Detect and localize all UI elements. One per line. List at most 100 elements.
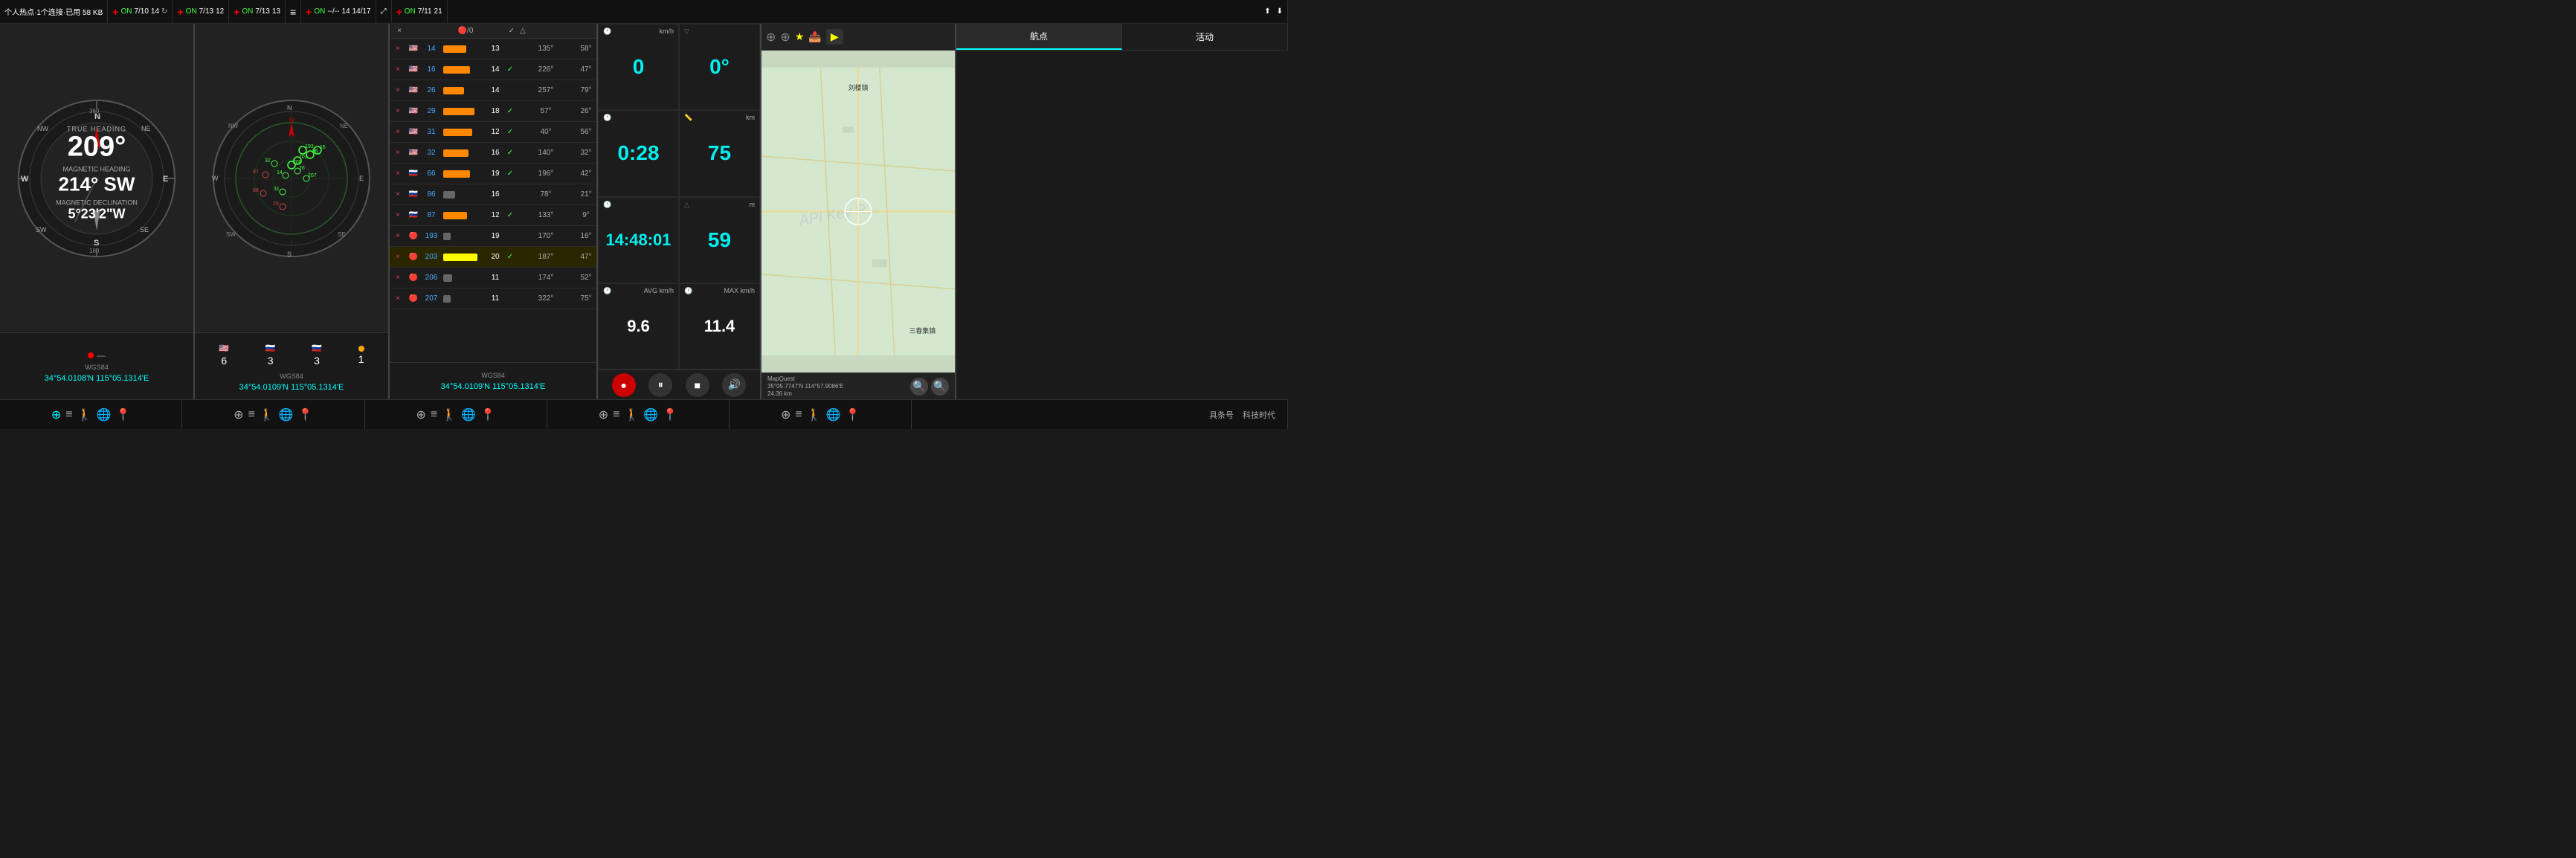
panel3-bottom: WGS84 34°54.0109'N 115°05.1314'E bbox=[390, 362, 596, 399]
row-bar bbox=[442, 106, 486, 117]
pin-icon-2[interactable]: 📍 bbox=[298, 407, 313, 422]
map-svg: API Key R... 刘楼镇 三春集镇 bbox=[761, 51, 955, 372]
globe-icon-3[interactable]: 🌐 bbox=[461, 407, 476, 422]
map-distance: 24.36 km bbox=[767, 390, 843, 397]
row-x: × bbox=[390, 45, 406, 53]
th-x: × bbox=[391, 27, 408, 35]
tab-waypoints[interactable]: 航点 bbox=[956, 24, 1122, 50]
stat-speed: 🕐 km/h 0 bbox=[598, 24, 679, 110]
row-deg2: 79° bbox=[576, 86, 596, 94]
stat-time: 🕐 0:28 bbox=[598, 110, 679, 196]
walk-icon-2[interactable]: 🚶 bbox=[260, 407, 274, 422]
stop-icon: ■ bbox=[695, 379, 701, 391]
row-num: 14 bbox=[486, 86, 504, 94]
row-bar bbox=[442, 294, 486, 304]
on-label-5: ON bbox=[405, 7, 416, 16]
walk-icon-4[interactable]: 🚶 bbox=[624, 407, 639, 422]
record-button[interactable]: ● bbox=[612, 373, 636, 397]
walk-icon-5[interactable]: 🚶 bbox=[807, 407, 822, 422]
fraction-5: 14/17 bbox=[352, 7, 371, 16]
row-deg1: 322° bbox=[516, 294, 576, 303]
panel-map: ⊕ ⊕ ★ 📤 ▶ bbox=[761, 24, 956, 399]
map-tool-add[interactable]: ⊕ bbox=[766, 30, 776, 45]
compass-icon-1[interactable]: ⊕ bbox=[51, 407, 61, 422]
map-tool-share[interactable]: 📤 bbox=[808, 30, 821, 43]
pin-icon-3[interactable]: 📍 bbox=[480, 407, 495, 422]
th-check: ✓ bbox=[506, 27, 518, 35]
row-bar bbox=[442, 273, 486, 283]
compass-icon-4[interactable]: ⊕ bbox=[599, 407, 608, 422]
table-row: × 🇺🇸 26 14 257° 79° bbox=[390, 80, 596, 101]
grid-icon-1[interactable]: ≡ bbox=[65, 408, 72, 422]
row-x: × bbox=[390, 65, 406, 74]
zoom-in-button[interactable]: 🔍 bbox=[931, 378, 949, 396]
map-tool-play[interactable]: ▶ bbox=[826, 29, 843, 45]
ru-count-1: 3 bbox=[268, 355, 274, 367]
table-row: × 🇷🇺 86 16 78° 21° bbox=[390, 184, 596, 205]
tab-activity[interactable]: 活动 bbox=[1122, 24, 1288, 50]
row-check: ✓ bbox=[504, 107, 516, 115]
row-deg1: 57° bbox=[516, 107, 576, 115]
row-deg1: 187° bbox=[516, 253, 576, 261]
fraction-1: 7/10 bbox=[134, 7, 148, 16]
row-deg2: 16° bbox=[576, 232, 596, 240]
row-deg2: 58° bbox=[576, 45, 596, 53]
stat-direction: ▽ 0° bbox=[679, 24, 760, 110]
row-flag: 🇺🇸 bbox=[406, 128, 421, 136]
audio-button[interactable]: 🔊 bbox=[722, 373, 746, 397]
walk-icon-3[interactable]: 🚶 bbox=[442, 407, 457, 422]
th-triangle: △ bbox=[518, 27, 528, 35]
compass-icon-5[interactable]: ⊕ bbox=[781, 407, 790, 422]
svg-text:31: 31 bbox=[274, 187, 280, 192]
panel2-bottom: 🇺🇸 6 🇷🇺 3 🇷🇺 3 1 WGS84 34°54.0109'N 115° bbox=[195, 332, 388, 399]
zoom-out-button[interactable]: 🔍 bbox=[910, 378, 928, 396]
map-tool-add2[interactable]: ⊕ bbox=[780, 30, 790, 45]
globe-icon-1[interactable]: 🌐 bbox=[97, 407, 112, 422]
map-tool-star[interactable]: ★ bbox=[795, 30, 805, 43]
row-x: × bbox=[390, 211, 406, 219]
clock-icon-2: 🕐 bbox=[603, 114, 611, 122]
walk-icon-1[interactable]: 🚶 bbox=[77, 407, 92, 422]
row-flag: 🇷🇺 bbox=[406, 170, 421, 178]
alt-unit: m bbox=[750, 201, 756, 208]
compass-icon-2[interactable]: ⊕ bbox=[234, 407, 243, 422]
flag-count-us: 🇺🇸 6 bbox=[219, 343, 229, 367]
pin-icon-5[interactable]: 📍 bbox=[846, 407, 860, 422]
table-row: × 🔴 193 19 170° 16° bbox=[390, 226, 596, 247]
grid-icon-2[interactable]: ≡ bbox=[248, 408, 255, 422]
pin-icon-4[interactable]: 📍 bbox=[663, 407, 677, 422]
grid-icon-5[interactable]: ≡ bbox=[795, 408, 802, 422]
map-coords: 35°05.7747'N 114°57.9086'E bbox=[767, 383, 843, 390]
row-flag: 🇺🇸 bbox=[406, 86, 421, 94]
row-id: 26 bbox=[421, 86, 442, 94]
waypoints-label: 航点 bbox=[1030, 30, 1048, 42]
expand-icon: ⤢ bbox=[381, 7, 387, 16]
hotspot-info: 个人热点·1个连接·已用 58 KB bbox=[0, 0, 108, 23]
globe-icon-2[interactable]: 🌐 bbox=[279, 407, 294, 422]
svg-text:86: 86 bbox=[253, 188, 259, 193]
row-num: 18 bbox=[486, 107, 504, 115]
globe-icon-4[interactable]: 🌐 bbox=[643, 407, 658, 422]
row-x: × bbox=[390, 107, 406, 115]
row-deg2: 9° bbox=[576, 211, 596, 219]
row-bar bbox=[442, 210, 486, 221]
compass-icon-3[interactable]: ⊕ bbox=[416, 407, 425, 422]
pin-icon-1[interactable]: 📍 bbox=[115, 407, 130, 422]
globe-icon-5[interactable]: 🌐 bbox=[826, 407, 841, 422]
grid-icon-3[interactable]: ≡ bbox=[431, 408, 437, 422]
stop-button[interactable]: ■ bbox=[686, 373, 709, 397]
num-5: 21 bbox=[434, 7, 442, 16]
time-icons: ⬆ ⬇ bbox=[448, 0, 1288, 23]
svg-text:206: 206 bbox=[293, 160, 302, 165]
plus-icon-3: + bbox=[234, 6, 239, 18]
row-x: × bbox=[390, 128, 406, 136]
grid-icon-4[interactable]: ≡ bbox=[613, 408, 619, 422]
row-bar bbox=[442, 127, 486, 138]
pause-button[interactable]: ⏸ bbox=[648, 373, 672, 397]
on-label-3: ON bbox=[242, 7, 253, 16]
map-zoom-controls: 🔍 🔍 bbox=[910, 378, 949, 396]
compass-main-left: N S W E NE NW SE SW 270 090 360 180 bbox=[0, 24, 193, 332]
svg-text:NW: NW bbox=[37, 125, 48, 132]
row-flag: 🇺🇸 bbox=[406, 107, 421, 115]
orange-dot-icon bbox=[358, 346, 364, 352]
